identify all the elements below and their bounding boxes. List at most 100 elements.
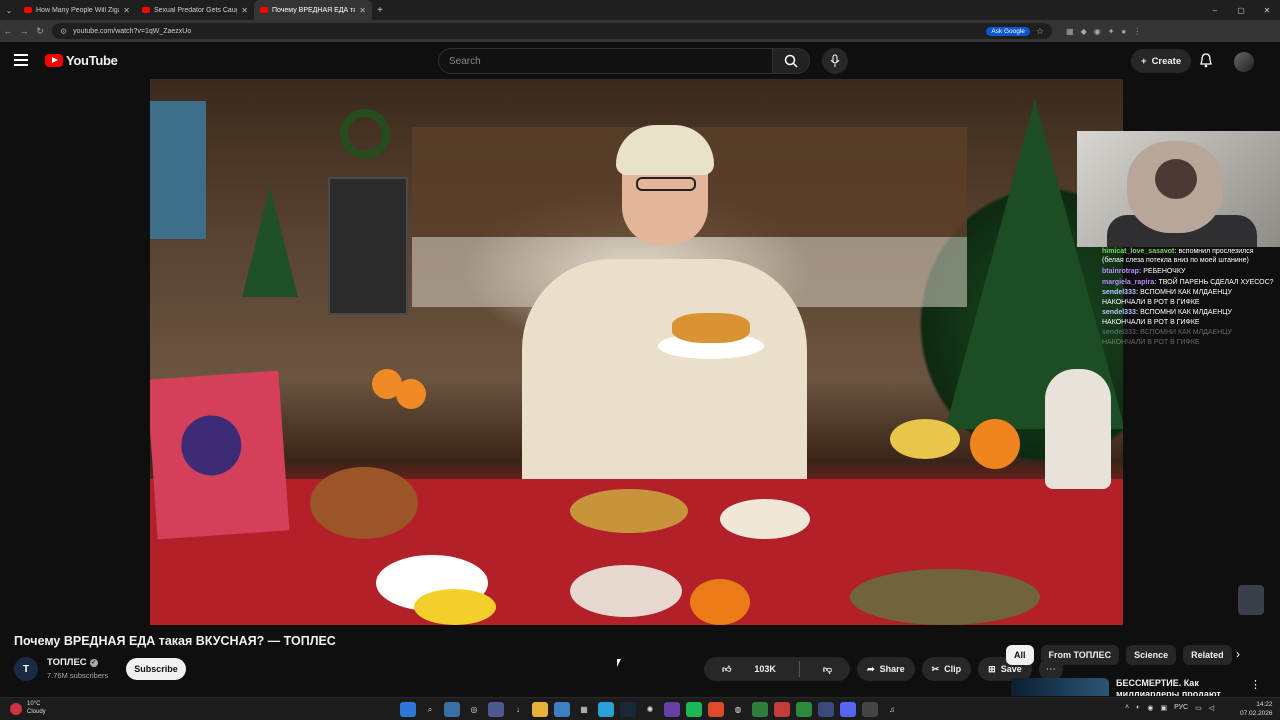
- chip-related[interactable]: Related: [1183, 645, 1232, 665]
- extension-icon[interactable]: ◆: [1081, 27, 1087, 36]
- forward-icon[interactable]: →: [16, 26, 32, 36]
- app-icon[interactable]: [796, 702, 812, 717]
- chip-all[interactable]: All: [1006, 645, 1034, 665]
- spotify-icon[interactable]: [686, 702, 702, 717]
- video-title: Почему ВРЕДНАЯ ЕДА такая ВКУСНАЯ? — ТОПЛ…: [14, 634, 336, 648]
- app-icon[interactable]: ↓: [510, 702, 526, 717]
- hamburger-menu-icon[interactable]: [14, 54, 28, 69]
- video-scene-platter: [850, 569, 1040, 625]
- app-icon[interactable]: [554, 702, 570, 717]
- recommended-video-thumbnail[interactable]: [1011, 678, 1109, 696]
- extension-icon[interactable]: ▦: [1066, 27, 1074, 36]
- thumbs-up-icon: 👍︎: [722, 663, 732, 674]
- video-player[interactable]: [150, 79, 1123, 625]
- profile-icon[interactable]: ●: [1121, 27, 1126, 36]
- tray-chevron-icon[interactable]: ˄: [1125, 704, 1129, 712]
- dislike-button[interactable]: 👎︎: [805, 657, 850, 681]
- app-icon[interactable]: ◍: [730, 702, 746, 717]
- app-icon[interactable]: ◎: [466, 702, 482, 717]
- extensions-puzzle-icon[interactable]: ✦: [1108, 27, 1115, 36]
- chat-username: btainrotrap:: [1102, 267, 1142, 275]
- tab-close-icon[interactable]: ✕: [123, 6, 130, 15]
- app-icon[interactable]: [488, 702, 504, 717]
- tab-close-icon[interactable]: ✕: [241, 6, 248, 15]
- tab-search-icon[interactable]: ⌄: [0, 0, 18, 20]
- clip-button[interactable]: ✂ Clip: [921, 657, 972, 681]
- weather-widget[interactable]: 10°C Cloudy: [10, 701, 46, 717]
- search-button[interactable]: [772, 48, 810, 74]
- widgets-icon[interactable]: [444, 702, 460, 717]
- discord-icon[interactable]: [840, 702, 856, 717]
- recommended-video-title[interactable]: БЕССМЕРТИЕ. Как миллиардеры продают: [1116, 678, 1236, 696]
- tab-title: Почему ВРЕДНАЯ ЕДА такая В: [272, 6, 356, 14]
- close-window-icon[interactable]: ✕: [1254, 0, 1280, 20]
- recommended-more-icon[interactable]: ⋮: [1250, 678, 1261, 691]
- account-avatar[interactable]: [1234, 52, 1254, 72]
- extensions-area: ▦ ◆ ◉ ✦ ● ⋮: [1066, 27, 1141, 36]
- volume-icon[interactable]: ◁: [1209, 704, 1214, 712]
- language-indicator[interactable]: РУС: [1174, 704, 1188, 712]
- app-icon[interactable]: [818, 702, 834, 717]
- browser-menu-icon[interactable]: ⋮: [1133, 27, 1141, 36]
- telegram-icon[interactable]: [598, 702, 614, 717]
- channel-avatar[interactable]: T: [14, 657, 38, 681]
- microphone-icon: [830, 54, 840, 67]
- voice-search-button[interactable]: [822, 48, 848, 74]
- calculator-icon[interactable]: ▦: [576, 702, 592, 717]
- video-scene-nuggets: [672, 313, 750, 343]
- app-icon[interactable]: [862, 702, 878, 717]
- network-icon[interactable]: ▭: [1195, 704, 1202, 712]
- channel-name-link[interactable]: ТОПЛЕС ✓: [47, 657, 98, 668]
- create-button[interactable]: + Create: [1131, 49, 1192, 73]
- youtube-logo[interactable]: YouTube: [45, 53, 118, 68]
- start-icon[interactable]: [400, 702, 416, 717]
- recommendation-filter-chips: All From ТОПЛЕС Science Related: [1006, 645, 1232, 665]
- notifications-bell-icon[interactable]: [1199, 53, 1213, 73]
- thumbs-down-icon: 👎︎: [822, 663, 833, 674]
- extension-icon[interactable]: ◉: [1094, 27, 1101, 36]
- address-bar-row: ← → ↻ ⚙ youtube.com/watch?v=1qW_ZaezxUo …: [0, 20, 1280, 42]
- new-tab-icon[interactable]: +: [372, 5, 388, 16]
- file-explorer-icon[interactable]: [532, 702, 548, 717]
- chat-username: sendel333:: [1102, 289, 1139, 297]
- chevron-right-icon[interactable]: ›: [1236, 647, 1240, 661]
- tray-app-icon[interactable]: ◉: [1147, 704, 1153, 712]
- logo-text: YouTube: [66, 53, 118, 68]
- twitch-icon[interactable]: [664, 702, 680, 717]
- search-icon[interactable]: ⌕: [422, 702, 438, 717]
- tab-close-icon[interactable]: ✕: [359, 6, 366, 15]
- ask-google-button[interactable]: Ask Google: [986, 26, 1030, 36]
- url-field[interactable]: ⚙ youtube.com/watch?v=1qW_ZaezxUo Ask Go…: [52, 23, 1052, 39]
- reload-icon[interactable]: ↻: [32, 26, 48, 37]
- plus-icon: +: [1141, 55, 1147, 67]
- browser-tab[interactable]: How Many People Will Zigant S ✕: [18, 0, 136, 20]
- taskbar-clock[interactable]: 14:22 07.02.2026: [1240, 700, 1273, 718]
- app-icon[interactable]: [752, 702, 768, 717]
- channel-avatar-letter: T: [22, 663, 30, 675]
- site-info-icon[interactable]: ⚙: [60, 27, 67, 36]
- steam-icon[interactable]: [620, 702, 636, 717]
- chrome-icon[interactable]: [708, 702, 724, 717]
- bookmark-star-icon[interactable]: ☆: [1036, 26, 1044, 37]
- channel-name: ТОПЛЕС: [47, 657, 87, 668]
- app-icon[interactable]: [774, 702, 790, 717]
- video-scene-salad-bowl: [720, 499, 810, 539]
- tray-app-icon[interactable]: ◐: [1136, 704, 1140, 712]
- chip-science[interactable]: Science: [1126, 645, 1177, 665]
- like-button[interactable]: 👍︎ 103K: [704, 657, 794, 681]
- tray-app-icon[interactable]: ▣: [1160, 704, 1167, 712]
- chatgpt-icon[interactable]: ✺: [642, 702, 658, 717]
- video-scene-small-tree: [242, 187, 298, 297]
- subscriber-count: 7.76M subscribers: [47, 671, 109, 680]
- chip-from-channel[interactable]: From ТОПЛЕС: [1040, 645, 1120, 665]
- maximize-icon[interactable]: ▢: [1228, 0, 1254, 20]
- itunes-icon[interactable]: ♫: [884, 702, 900, 717]
- bookmark-icon: ⊞: [988, 663, 996, 674]
- back-icon[interactable]: ←: [0, 26, 16, 36]
- search-input[interactable]: Search: [438, 48, 772, 74]
- share-button[interactable]: ➦ Share: [857, 657, 915, 681]
- browser-tab-active[interactable]: Почему ВРЕДНАЯ ЕДА такая В ✕: [254, 0, 372, 20]
- minimize-icon[interactable]: –: [1202, 0, 1228, 20]
- subscribe-button[interactable]: Subscribe: [126, 658, 186, 680]
- browser-tab[interactable]: Sexual Predator Gets Caught in ✕: [136, 0, 254, 20]
